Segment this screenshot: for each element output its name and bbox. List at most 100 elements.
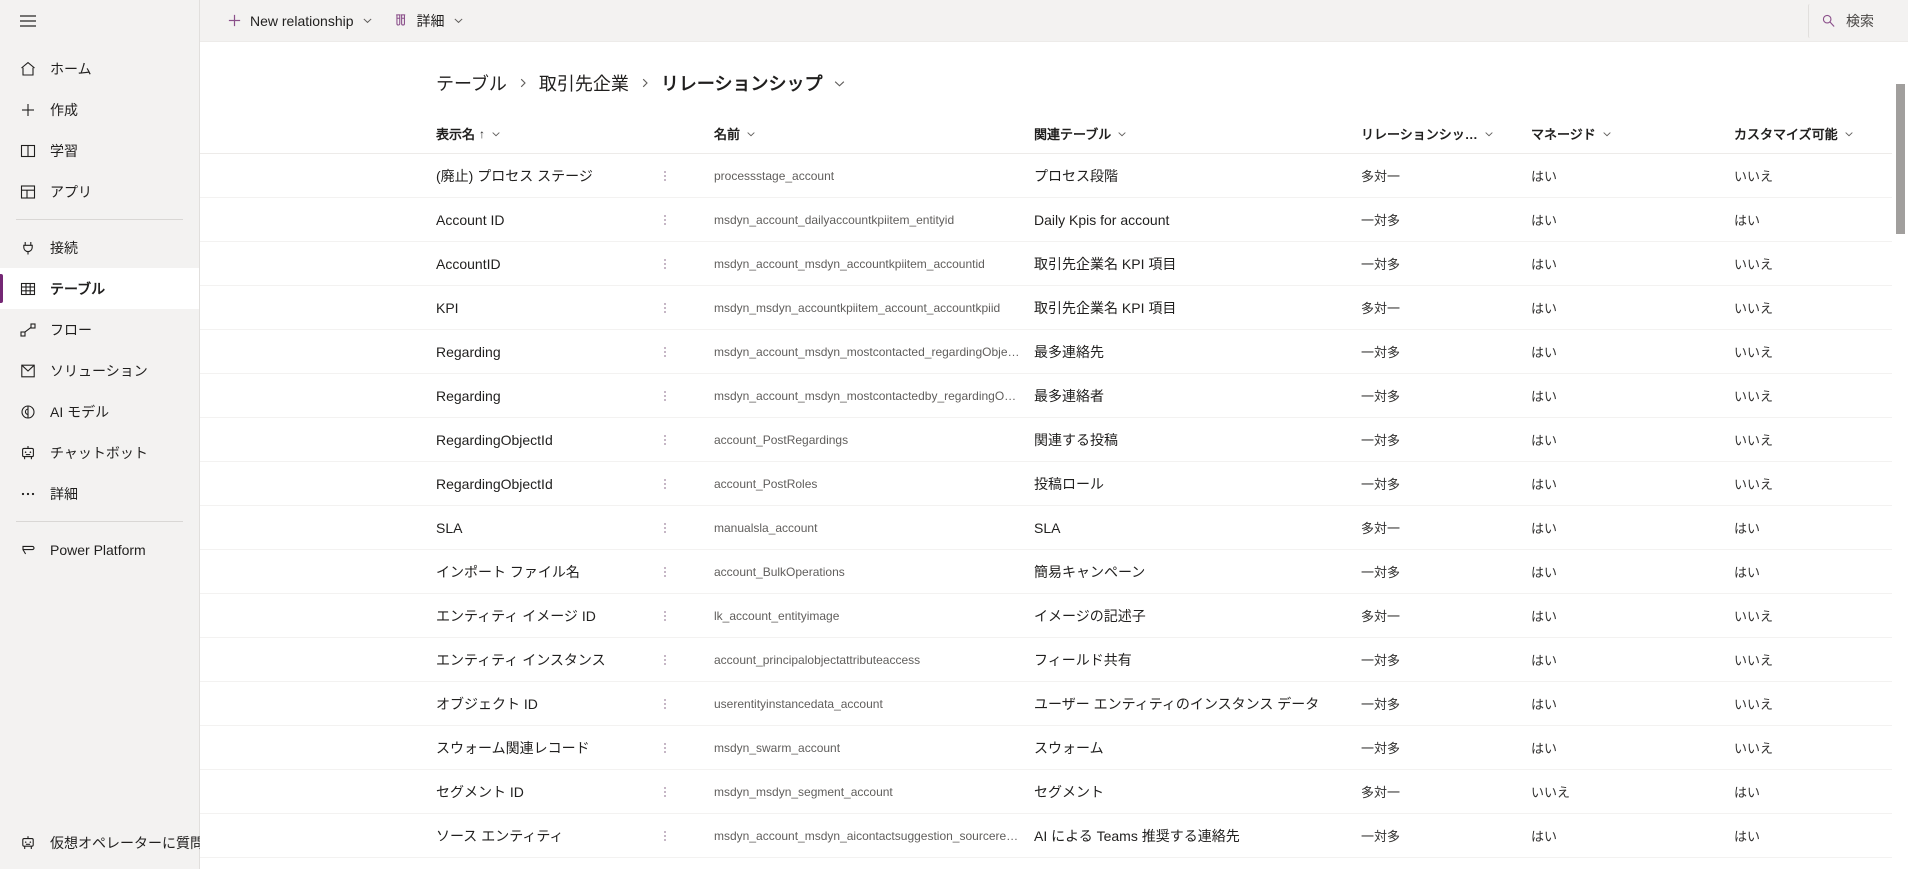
cell-row-menu[interactable] — [656, 342, 714, 362]
cell-row-menu[interactable] — [656, 650, 714, 670]
chevron-down-icon[interactable] — [1844, 129, 1854, 139]
column-header-label: マネージド — [1531, 127, 1596, 142]
sidebar-item-apps[interactable]: アプリ — [0, 171, 199, 212]
breadcrumb-item-tables[interactable]: テーブル — [436, 70, 507, 96]
table-row[interactable]: Regarding msdyn_account_msdyn_mostcontact… — [200, 330, 1908, 374]
table-row[interactable]: (廃止) プロセス ステージ processstage_account プロセス段階… — [200, 154, 1908, 198]
row-context-menu-button[interactable] — [656, 430, 674, 450]
cell-managed: はい — [1531, 829, 1558, 844]
cell-display-name: ソース エンティティ — [436, 827, 564, 844]
cell-relationship-type: 一対多 — [1361, 477, 1401, 492]
row-context-menu-button[interactable] — [656, 386, 674, 406]
chevron-down-icon[interactable] — [833, 77, 846, 90]
cell-relationship-type: 多対一 — [1361, 169, 1401, 184]
table-row[interactable]: ソース エンティティ msdyn_account_msdyn_aicontacts… — [200, 814, 1908, 858]
cell-row-menu[interactable] — [656, 694, 714, 714]
cell-managed: はい — [1531, 521, 1558, 536]
cell-row-menu[interactable] — [656, 738, 714, 758]
breadcrumb-item-account[interactable]: 取引先企業 — [539, 70, 629, 96]
chevron-down-icon[interactable] — [453, 15, 464, 26]
hamburger-menu-button[interactable] — [0, 0, 199, 42]
table-row[interactable]: Account ID msdyn_account_dailyaccountkpii… — [200, 198, 1908, 242]
table-row[interactable]: SLA manualsla_account SLA 多対一 はい はい — [200, 506, 1908, 550]
search-input[interactable]: 検索 — [1808, 3, 1888, 38]
table-row[interactable]: インポート ファイル名 account_BulkOperations 簡易キャンペー… — [200, 550, 1908, 594]
table-row[interactable]: スウォーム関連レコード msdyn_swarm_account スウォーム 一対多 はい… — [200, 726, 1908, 770]
sidebar-item-create[interactable]: 作成 — [0, 89, 199, 130]
cell-customizable: いいえ — [1734, 433, 1774, 448]
scrollbar-thumb[interactable] — [1896, 84, 1905, 234]
cell-row-menu[interactable] — [656, 386, 714, 406]
cell-row-menu[interactable] — [656, 782, 714, 802]
row-context-menu-button[interactable] — [656, 826, 674, 846]
cell-row-menu[interactable] — [656, 430, 714, 450]
chevron-down-icon[interactable] — [746, 129, 756, 139]
cell-row-menu[interactable] — [656, 518, 714, 538]
chevron-right-icon — [639, 77, 651, 89]
chevron-down-icon[interactable] — [1484, 129, 1494, 139]
row-context-menu-button[interactable] — [656, 298, 674, 318]
sidebar-item-connections[interactable]: 接続 — [0, 227, 199, 268]
cell-customizable: いいえ — [1734, 741, 1774, 756]
column-header-display-name[interactable]: 表示名 ↑ — [436, 118, 656, 150]
cell-related-table: Daily Kpis for account — [1034, 211, 1170, 228]
row-context-menu-button[interactable] — [656, 650, 674, 670]
cell-row-menu[interactable] — [656, 606, 714, 626]
row-context-menu-button[interactable] — [656, 342, 674, 362]
sidebar-item-home[interactable]: ホーム — [0, 48, 199, 89]
cell-row-menu[interactable] — [656, 474, 714, 494]
cell-row-menu[interactable] — [656, 562, 714, 582]
row-context-menu-button[interactable] — [656, 210, 674, 230]
cell-row-menu[interactable] — [656, 166, 714, 186]
sidebar-item-tables[interactable]: テーブル — [0, 268, 199, 309]
table-row[interactable]: KPI msdyn_msdyn_accountkpiitem_account_ac… — [200, 286, 1908, 330]
vertical-scrollbar[interactable] — [1892, 84, 1908, 869]
sidebar-item-ai-models[interactable]: AI モデル — [0, 391, 199, 432]
sidebar-item-virtual-agent[interactable]: 仮想オペレーターに質問 — [0, 822, 204, 863]
sidebar-item-more[interactable]: 詳細 — [0, 473, 199, 514]
new-relationship-button[interactable]: New relationship — [218, 4, 381, 38]
cell-name: msdyn_swarm_account — [714, 740, 841, 755]
chevron-down-icon[interactable] — [1602, 129, 1612, 139]
cell-row-menu[interactable] — [656, 210, 714, 230]
column-header-customizable[interactable]: カスタマイズ可能 — [1734, 118, 1908, 150]
row-context-menu-button[interactable] — [656, 166, 674, 186]
chevron-down-icon[interactable] — [491, 129, 501, 139]
table-row[interactable]: Regarding msdyn_account_msdyn_mostcontact… — [200, 374, 1908, 418]
column-header-managed[interactable]: マネージド — [1531, 118, 1734, 150]
row-context-menu-button[interactable] — [656, 606, 674, 626]
row-context-menu-button[interactable] — [656, 694, 674, 714]
table-row[interactable]: AccountID msdyn_account_msdyn_accountkpii… — [200, 242, 1908, 286]
table-row[interactable]: セグメント ID msdyn_msdyn_segment_account セグメント… — [200, 770, 1908, 814]
table-row[interactable]: エンティティ イメージ ID lk_account_entityimage イメージ… — [200, 594, 1908, 638]
sidebar-item-flows[interactable]: フロー — [0, 309, 199, 350]
table-row[interactable]: RegardingObjectId account_PostRegardings 関… — [200, 418, 1908, 462]
column-header-related-table[interactable]: 関連テーブル — [1034, 118, 1361, 150]
cell-row-menu[interactable] — [656, 254, 714, 274]
sidebar-item-label: テーブル — [50, 280, 106, 297]
row-context-menu-button[interactable] — [656, 254, 674, 274]
sidebar-item-solutions[interactable]: ソリューション — [0, 350, 199, 391]
column-header-relationship-type[interactable]: リレーションシッ… — [1361, 118, 1531, 150]
table-row[interactable]: エンティティ インスタンス account_principalobjectattr… — [200, 638, 1908, 682]
chevron-down-icon[interactable] — [1117, 129, 1127, 139]
table-row[interactable]: オブジェクト ID userentityinstancedata_account ユ… — [200, 682, 1908, 726]
sidebar-item-learn[interactable]: 学習 — [0, 130, 199, 171]
row-context-menu-button[interactable] — [656, 738, 674, 758]
table-row[interactable]: RegardingObjectId account_PostRoles 投稿ロール 一… — [200, 462, 1908, 506]
row-context-menu-button[interactable] — [656, 562, 674, 582]
column-header-label: 関連テーブル — [1034, 127, 1112, 142]
column-header-name[interactable]: 名前 — [714, 118, 1034, 150]
cell-display-name: (廃止) プロセス ステージ — [436, 167, 593, 184]
sidebar-item-power-platform[interactable]: Power Platform — [0, 529, 199, 570]
home-icon — [18, 59, 38, 79]
cell-managed: はい — [1531, 433, 1558, 448]
row-context-menu-button[interactable] — [656, 518, 674, 538]
chevron-down-icon[interactable] — [362, 15, 373, 26]
row-context-menu-button[interactable] — [656, 782, 674, 802]
cell-row-menu[interactable] — [656, 826, 714, 846]
cell-row-menu[interactable] — [656, 298, 714, 318]
details-button[interactable]: 詳細 — [385, 4, 472, 38]
row-context-menu-button[interactable] — [656, 474, 674, 494]
sidebar-item-chatbots[interactable]: チャットボット — [0, 432, 199, 473]
